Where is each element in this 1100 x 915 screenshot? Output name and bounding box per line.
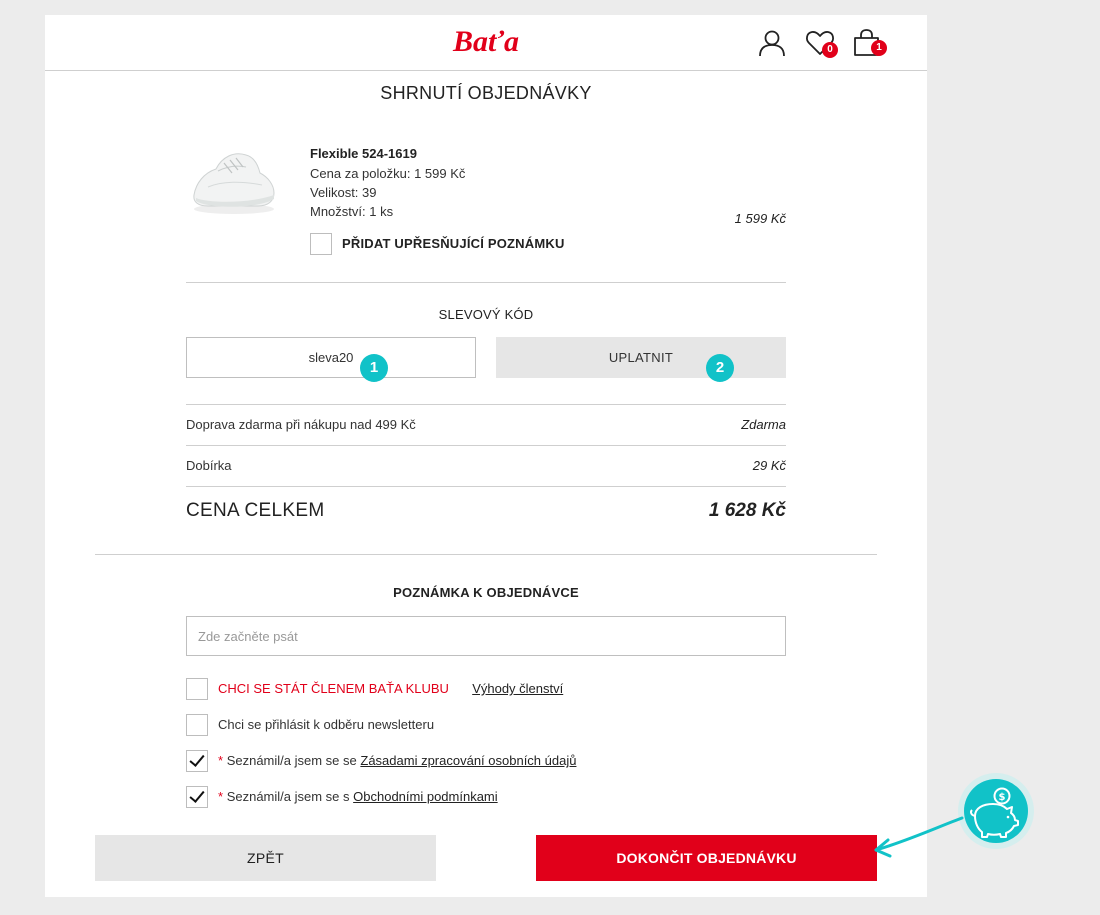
product-image[interactable]: [188, 143, 280, 217]
product-name[interactable]: Flexible 524-1619: [310, 146, 417, 161]
order-note-title: POZNÁMKA K OBJEDNÁVCE: [393, 585, 579, 600]
product-line-total: 1 599 Kč: [734, 211, 786, 226]
terms-consent-row: * Seznámil/a jsem se s Obchodními podmín…: [218, 789, 498, 804]
checkout-card: Baťa 0 1 SHRNUTÍ OBJEDNÁVKY Flexible 524…: [45, 15, 927, 897]
club-membership-label: CHCI SE STÁT ČLENEM BAŤA KLUBU: [218, 681, 449, 696]
apply-discount-button[interactable]: UPLATNIT: [496, 337, 786, 378]
privacy-consent-text: Seznámil/a jsem se se: [226, 753, 357, 768]
cod-value: 29 Kč: [752, 458, 786, 473]
newsletter-checkbox[interactable]: [186, 714, 208, 736]
shipping-label: Doprava zdarma při nákupu nad 499 Kč: [186, 417, 416, 432]
divider: [186, 486, 786, 487]
site-header: Baťa 0 1: [45, 15, 927, 71]
privacy-policy-link[interactable]: Zásadami zpracování osobních údajů: [360, 753, 576, 768]
discount-code-title: SLEVOVÝ KÓD: [438, 307, 534, 322]
membership-benefits-link[interactable]: Výhody členství: [472, 681, 563, 696]
cod-label: Dobírka: [186, 458, 232, 473]
annotation-arrow-icon: [874, 816, 964, 858]
svg-text:$: $: [999, 792, 1006, 803]
club-membership-row: CHCI SE STÁT ČLENEM BAŤA KLUBU Výhody čl…: [218, 681, 563, 696]
wishlist-count-badge: 0: [822, 42, 838, 58]
privacy-consent-checkbox[interactable]: [186, 750, 208, 772]
product-note-checkbox[interactable]: [310, 233, 332, 255]
svg-text:Baťa: Baťa: [452, 25, 519, 58]
required-asterisk: *: [218, 753, 224, 768]
step-marker-1: 1: [360, 354, 388, 382]
shipping-value: Zdarma: [741, 417, 786, 432]
finish-order-button[interactable]: DOKONČIT OBJEDNÁVKU: [536, 835, 877, 881]
divider: [186, 282, 786, 283]
cart-count-badge: 1: [871, 40, 887, 56]
club-membership-checkbox[interactable]: [186, 678, 208, 700]
divider: [186, 445, 786, 446]
total-value: 1 628 Kč: [708, 500, 786, 521]
product-note-label: PŘIDAT UPŘESŇUJÍCÍ POZNÁMKU: [342, 236, 565, 251]
page-title: SHRNUTÍ OBJEDNÁVKY: [380, 83, 592, 103]
user-account-icon[interactable]: [756, 27, 788, 59]
privacy-consent-row: * Seznámil/a jsem se se Zásadami zpracov…: [218, 753, 576, 768]
newsletter-label: Chci se přihlásit k odběru newsletteru: [218, 717, 435, 732]
terms-consent-text: Seznámil/a jsem se s: [226, 789, 350, 804]
discount-code-input[interactable]: [186, 337, 476, 378]
order-note-input[interactable]: [186, 616, 786, 656]
total-label: CENA CELKEM: [186, 500, 325, 521]
back-button[interactable]: ZPĚT: [95, 835, 436, 881]
terms-consent-checkbox[interactable]: [186, 786, 208, 808]
product-quantity: Množství: 1 ks: [310, 204, 394, 219]
bata-logo[interactable]: Baťa: [430, 25, 542, 59]
product-price-per-item: Cena za položku: 1 599 Kč: [310, 166, 466, 181]
section-divider: [95, 554, 877, 555]
product-size: Velikost: 39: [310, 185, 377, 200]
step-marker-2: 2: [706, 354, 734, 382]
required-asterisk: *: [218, 789, 224, 804]
divider: [186, 404, 786, 405]
terms-link[interactable]: Obchodními podmínkami: [353, 789, 498, 804]
